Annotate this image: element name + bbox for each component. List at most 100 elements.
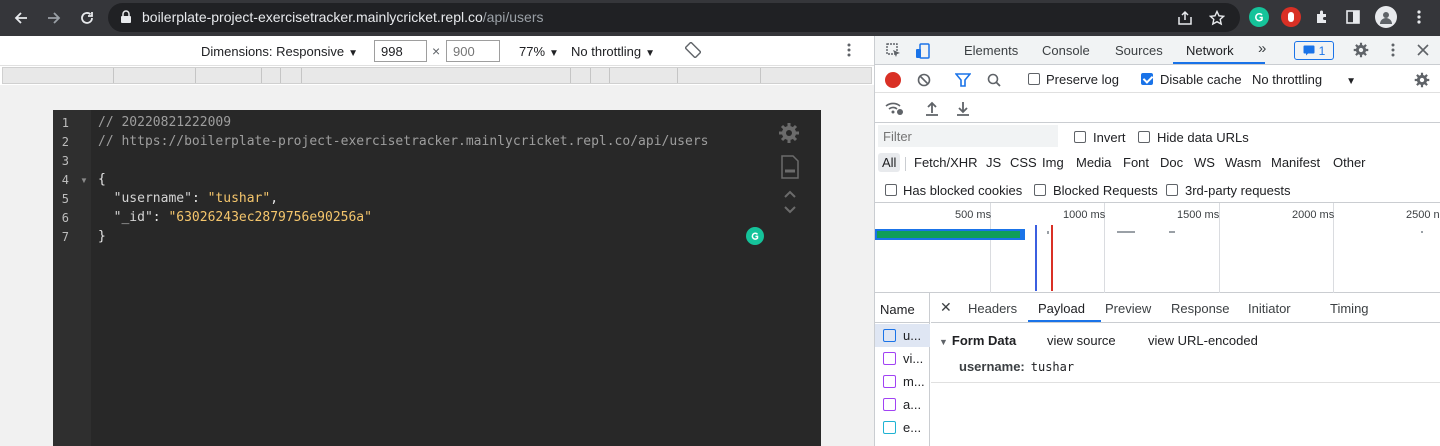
tab-headers[interactable]: Headers	[968, 301, 1017, 316]
media-query-ruler[interactable]	[2, 67, 872, 84]
tab-initiator[interactable]: Initiator	[1248, 301, 1291, 316]
type-filter-img[interactable]: Img	[1042, 155, 1064, 170]
type-filter-wasm[interactable]: Wasm	[1225, 155, 1261, 170]
close-details-icon[interactable]: ✕	[940, 299, 952, 316]
devtools-panel: Elements Console Sources Network » 1 Pre…	[874, 36, 1440, 446]
gear-icon[interactable]	[778, 122, 800, 144]
json-colon: :	[191, 191, 208, 206]
side-panel-icon[interactable]	[1343, 7, 1363, 27]
import-har-icon[interactable]	[924, 99, 940, 117]
request-row[interactable]: u...	[875, 324, 930, 347]
type-filter-doc[interactable]: Doc	[1160, 155, 1183, 170]
dimensions-select[interactable]: Dimensions: Responsive ▼	[201, 44, 358, 59]
tab-response[interactable]: Response	[1171, 301, 1230, 316]
disable-cache-checkbox[interactable]	[1141, 73, 1153, 85]
blocked-requests-checkbox[interactable]	[1034, 184, 1046, 196]
network-conditions-icon[interactable]	[884, 99, 904, 117]
has-blocked-cookies-checkbox[interactable]	[885, 184, 897, 196]
blocked-requests-label: Blocked Requests	[1053, 183, 1158, 198]
tab-timing[interactable]: Timing	[1330, 301, 1369, 316]
url-text[interactable]: boilerplate-project-exercisetracker.main…	[142, 9, 544, 25]
address-bar[interactable]: boilerplate-project-exercisetracker.main…	[108, 3, 1240, 32]
divider	[931, 382, 1440, 383]
type-filter-media[interactable]: Media	[1076, 155, 1111, 170]
height-input[interactable]	[446, 40, 500, 62]
network-overview-timeline[interactable]: 500 ms 1000 ms 1500 ms 2000 ms 2500 n	[875, 203, 1440, 293]
star-icon[interactable]	[1208, 9, 1226, 27]
search-icon[interactable]	[986, 72, 1002, 88]
inspect-element-icon[interactable]	[885, 42, 903, 60]
zoom-select[interactable]: 77% ▼	[519, 44, 559, 59]
preserve-log-checkbox[interactable]	[1028, 73, 1040, 85]
filter-input[interactable]	[878, 125, 1058, 147]
type-filter-manifest[interactable]: Manifest	[1271, 155, 1320, 170]
profile-avatar[interactable]	[1375, 6, 1397, 28]
grammarly-extension-icon[interactable]	[1249, 7, 1269, 27]
name-column-header[interactable]: Name	[875, 293, 930, 323]
tab-elements[interactable]: Elements	[964, 43, 1018, 58]
type-filter-all[interactable]: All	[878, 153, 901, 172]
rotate-icon[interactable]	[684, 41, 702, 61]
tab-console[interactable]: Console	[1042, 43, 1090, 58]
clear-icon[interactable]	[916, 72, 932, 88]
close-icon[interactable]	[1414, 41, 1432, 59]
reload-button[interactable]	[75, 6, 99, 30]
tab-sources[interactable]: Sources	[1115, 43, 1163, 58]
type-filter-ws[interactable]: WS	[1194, 155, 1215, 170]
lock-icon[interactable]	[120, 10, 132, 24]
type-filter-other[interactable]: Other	[1333, 155, 1366, 170]
raw-file-icon[interactable]	[780, 155, 800, 179]
browser-menu-icon[interactable]	[1409, 7, 1429, 27]
network-settings-gear-icon[interactable]	[1413, 71, 1431, 89]
code-line: }	[98, 229, 106, 244]
hand-extension-icon[interactable]	[1281, 7, 1301, 27]
request-row[interactable]: a...	[875, 393, 930, 416]
width-input[interactable]	[374, 40, 427, 62]
grammarly-widget-icon[interactable]	[746, 227, 764, 245]
request-row[interactable]: vi...	[875, 347, 930, 370]
forward-button[interactable]	[42, 6, 66, 30]
filter-funnel-icon[interactable]	[955, 72, 971, 88]
tab-preview[interactable]: Preview	[1105, 301, 1151, 316]
request-row[interactable]: m...	[875, 370, 930, 393]
extensions-puzzle-icon[interactable]	[1312, 7, 1332, 27]
type-filter-js[interactable]: JS	[986, 155, 1001, 170]
more-tabs-icon[interactable]: »	[1258, 40, 1266, 57]
collapse-expand-icon[interactable]	[782, 188, 798, 216]
back-button[interactable]	[9, 6, 33, 30]
tab-payload[interactable]: Payload	[1038, 301, 1085, 316]
timeline-request-bar	[1169, 231, 1175, 233]
request-row[interactable]: e...	[875, 416, 930, 439]
caret-down-icon: ▼	[1346, 76, 1356, 87]
device-toolbar: Dimensions: Responsive▼ × 77%▼ No thrott…	[0, 36, 874, 66]
browser-toolbar: boilerplate-project-exercisetracker.main…	[0, 0, 1440, 36]
code-line: "username": "tushar",	[98, 191, 278, 206]
timeline-request-bar	[1047, 231, 1049, 234]
network-toolbar-secondary	[875, 94, 1440, 123]
more-options-icon[interactable]	[847, 42, 851, 61]
device-toggle-icon[interactable]	[914, 42, 932, 60]
has-blocked-cookies-label: Has blocked cookies	[903, 183, 1023, 198]
devtools-menu-icon[interactable]	[1384, 41, 1402, 59]
zoom-value: 77%	[519, 44, 546, 59]
hide-data-urls-checkbox[interactable]	[1138, 131, 1150, 143]
record-icon[interactable]	[885, 72, 901, 88]
tab-network[interactable]: Network	[1186, 43, 1234, 58]
type-filter-css[interactable]: CSS	[1010, 155, 1037, 170]
view-url-encoded-link[interactable]: view URL-encoded	[1148, 333, 1258, 348]
third-party-checkbox[interactable]	[1166, 184, 1178, 196]
line-number: 4	[61, 173, 69, 187]
hide-data-urls-label: Hide data URLs	[1157, 130, 1249, 145]
export-har-icon[interactable]	[955, 99, 971, 117]
form-data-section-header[interactable]: ▼ Form Data	[939, 333, 1016, 348]
issues-badge[interactable]: 1	[1294, 41, 1334, 60]
throttling-select[interactable]: No throttling ▼	[571, 44, 655, 59]
fold-icon[interactable]: ▼	[80, 176, 88, 185]
type-filter-fetch-xhr[interactable]: Fetch/XHR	[914, 155, 978, 170]
type-filter-font[interactable]: Font	[1123, 155, 1149, 170]
network-throttling-select[interactable]: No throttling ▼	[1252, 72, 1356, 87]
invert-checkbox[interactable]	[1074, 131, 1086, 143]
view-source-link[interactable]: view source	[1047, 333, 1116, 348]
share-icon[interactable]	[1176, 9, 1194, 27]
settings-gear-icon[interactable]	[1352, 41, 1370, 59]
